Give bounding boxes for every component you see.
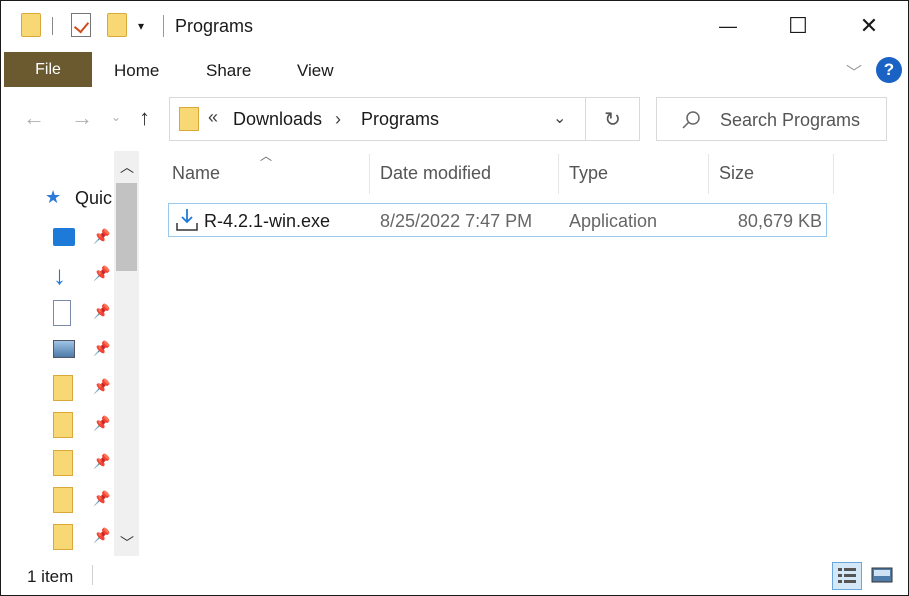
properties-check-icon[interactable]	[71, 13, 91, 37]
search-placeholder: Search Programs	[720, 110, 861, 130]
sort-ascending-icon: ︿	[260, 149, 273, 163]
help-button[interactable]: ?	[876, 57, 902, 83]
nav-item-folder[interactable]: 📌	[51, 410, 121, 440]
file-type: Application	[569, 211, 658, 231]
pin-icon: 📌	[93, 303, 111, 319]
download-arrow-icon: ↓	[53, 260, 66, 290]
nav-item-folder[interactable]: 📌	[51, 485, 121, 515]
pin-icon: 📌	[93, 415, 111, 431]
address-bar[interactable]: « Downloads › Programs ⌄	[169, 97, 586, 141]
pin-icon: 📌	[93, 378, 111, 394]
nav-item-desktop[interactable]: 📌	[51, 223, 121, 253]
window-title: Programs	[175, 16, 254, 36]
expand-ribbon-chevron-icon[interactable]: ﹀	[846, 59, 862, 83]
search-icon	[682, 111, 700, 129]
folder-icon	[53, 375, 73, 401]
details-view-button[interactable]	[832, 562, 862, 590]
pin-icon: 📌	[93, 265, 111, 281]
nav-item-folder[interactable]: 📌	[51, 373, 121, 403]
column-divider[interactable]	[369, 154, 370, 194]
search-input[interactable]: Search Programs	[656, 97, 887, 141]
breadcrumb-downloads[interactable]: Downloads	[233, 109, 322, 130]
status-divider	[92, 565, 93, 585]
column-header-name[interactable]: Name	[172, 163, 220, 184]
recent-locations-chevron-icon[interactable]: ⌄	[111, 110, 121, 124]
up-arrow-icon[interactable]: ↑	[139, 105, 150, 131]
tab-view[interactable]: View	[297, 61, 334, 81]
folder-icon	[53, 524, 73, 550]
status-item-count: 1 item	[27, 567, 74, 586]
folder-icon	[21, 13, 41, 37]
title-bar: ▾ Programs — ☐ ✕	[1, 1, 908, 51]
folder-icon	[53, 487, 73, 513]
column-header-date-modified[interactable]: Date modified	[380, 163, 491, 184]
new-folder-icon[interactable]	[107, 13, 127, 37]
ribbon: File Home Share View ﹀ ?	[1, 51, 908, 88]
overflow-chevron-icon[interactable]: «	[208, 107, 218, 128]
file-explorer-window: ▾ Programs — ☐ ✕ File Home Share View ﹀ …	[0, 0, 909, 596]
folder-icon	[53, 412, 73, 438]
file-date-modified: 8/25/2022 7:47 PM	[380, 211, 533, 231]
installer-download-icon	[176, 209, 198, 231]
nav-item-pictures[interactable]: 📌	[51, 335, 121, 365]
breadcrumb-separator-icon[interactable]: ›	[335, 109, 341, 130]
scroll-down-chevron-icon[interactable]: ﹀	[120, 533, 134, 553]
minimize-icon: —	[719, 15, 737, 36]
file-row[interactable]: R-4.2.1-win.exe 8/25/2022 7:47 PM Applic…	[168, 203, 827, 237]
pin-icon: 📌	[93, 490, 111, 506]
nav-pane-scrollbar[interactable]: ︿ ﹀	[114, 151, 139, 556]
tab-home[interactable]: Home	[114, 61, 159, 81]
desktop-icon	[53, 228, 75, 246]
divider	[163, 15, 164, 37]
column-divider[interactable]	[708, 154, 709, 194]
nav-item-downloads[interactable]: ↓ 📌	[51, 260, 121, 290]
breadcrumb-programs[interactable]: Programs	[361, 109, 439, 130]
large-icons-view-icon	[871, 567, 893, 583]
large-icons-view-button[interactable]	[868, 562, 898, 590]
close-button[interactable]: ✕	[834, 1, 904, 51]
nav-item-folder[interactable]: 📌	[51, 448, 121, 478]
column-divider[interactable]	[558, 154, 559, 194]
address-dropdown-icon[interactable]: ⌄	[553, 108, 566, 128]
pictures-icon	[53, 340, 75, 358]
maximize-icon: ☐	[788, 13, 808, 38]
back-arrow-icon[interactable]: ←	[23, 105, 45, 131]
column-header-type[interactable]: Type	[569, 163, 608, 184]
folder-icon	[53, 450, 73, 476]
column-divider[interactable]	[833, 154, 834, 194]
nav-item-documents[interactable]: 📌	[51, 298, 121, 328]
pin-icon: 📌	[93, 340, 111, 356]
column-header-size[interactable]: Size	[719, 163, 754, 184]
tab-share[interactable]: Share	[206, 61, 251, 81]
file-name[interactable]: R-4.2.1-win.exe	[204, 211, 330, 232]
documents-icon	[53, 300, 71, 326]
pin-icon: 📌	[93, 228, 111, 244]
close-icon: ✕	[859, 13, 879, 38]
tab-file[interactable]: File	[4, 52, 92, 87]
details-view-icon	[838, 568, 856, 583]
divider	[52, 17, 53, 35]
quick-access-label: Quic	[75, 188, 113, 208]
pin-icon: 📌	[93, 527, 111, 543]
folder-icon	[179, 107, 199, 131]
refresh-button[interactable]: ↻	[586, 97, 640, 141]
refresh-icon: ↻	[604, 108, 621, 131]
scroll-up-chevron-icon[interactable]: ︿	[120, 157, 134, 177]
nav-item-folder[interactable]: 📌	[51, 522, 121, 552]
maximize-button[interactable]: ☐	[763, 1, 833, 51]
minimize-button[interactable]: —	[693, 1, 763, 51]
pin-icon: 📌	[93, 453, 111, 469]
customize-quick-access-icon[interactable]: ▾	[138, 19, 144, 33]
forward-arrow-icon[interactable]: →	[71, 105, 93, 131]
star-icon: ★	[45, 187, 62, 207]
quick-access-item[interactable]: ★ Quic	[45, 187, 112, 208]
file-size: 80,679 KB	[737, 211, 822, 231]
scrollbar-thumb[interactable]	[116, 183, 137, 271]
